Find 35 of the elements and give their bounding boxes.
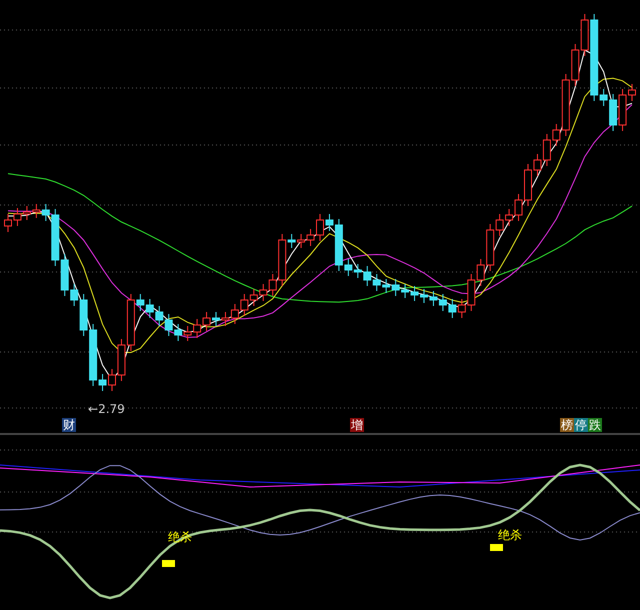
- signal-tag: 跌: [588, 418, 602, 432]
- signal-marker: [162, 560, 175, 567]
- candlestick: [164, 314, 173, 336]
- candlestick: [184, 326, 192, 342]
- signal-tag: 榜: [560, 418, 574, 432]
- candlestick: [297, 234, 306, 248]
- low-price-label: ←2.79: [88, 402, 125, 416]
- candlestick: [438, 294, 447, 312]
- signal-tag: 停: [574, 418, 588, 432]
- candlestick: [401, 284, 410, 298]
- candlestick: [410, 286, 419, 302]
- candlestick: [155, 306, 164, 326]
- candlestick: [429, 290, 438, 306]
- candlestick: [392, 278, 400, 296]
- candlestick: [448, 298, 456, 318]
- candlestick: [193, 318, 202, 338]
- candlestick: [174, 324, 182, 342]
- candlestick: [363, 266, 372, 286]
- candlestick: [354, 264, 362, 278]
- candlestick: [202, 312, 211, 332]
- candlestick: [221, 312, 230, 326]
- candlestick: [22, 206, 31, 220]
- candlestick: [13, 208, 22, 226]
- candlestick: [372, 274, 381, 292]
- signal-marker: [490, 544, 503, 551]
- signal-tag: 增: [350, 418, 364, 432]
- candlestick: [382, 278, 390, 294]
- candlestick: [259, 284, 268, 302]
- candlestick: [250, 288, 258, 306]
- candlestick: [230, 304, 239, 324]
- candlestick: [32, 204, 40, 218]
- signal-label: 绝杀: [498, 528, 522, 542]
- candlestick: [240, 294, 248, 316]
- signal-tag: 财: [62, 418, 76, 432]
- candlestick: [146, 298, 154, 318]
